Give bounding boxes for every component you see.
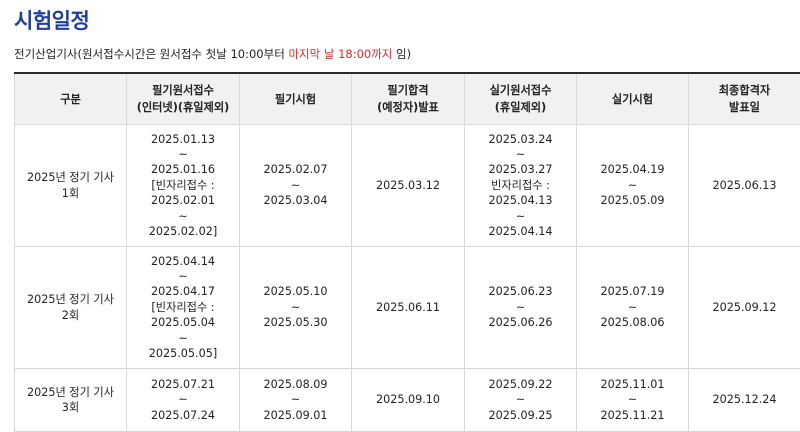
header-category: 구분 (15, 73, 127, 125)
cell-final-result: 2025.09.12 (689, 247, 800, 369)
header-practical-apply: 실기원서접수 (휴일제외) (465, 73, 577, 125)
cell-practical-apply: 2025.03.24 ~ 2025.03.27 빈자리접수 : 2025.04.… (465, 125, 577, 247)
cell-written-apply: 2025.07.21 ~ 2025.07.24 (127, 369, 240, 432)
header-written-exam: 필기시험 (240, 73, 352, 125)
cell-written-exam: 2025.02.07 ~ 2025.03.04 (240, 125, 352, 247)
cell-written-exam: 2025.08.09 ~ 2025.09.01 (240, 369, 352, 432)
header-written-result: 필기합격 (예정자)발표 (352, 73, 465, 125)
cell-category: 2025년 정기 기사 3회 (15, 369, 127, 432)
cell-final-result: 2025.06.13 (689, 125, 800, 247)
table-row: 2025년 정기 기사 3회 2025.07.21 ~ 2025.07.24 2… (15, 369, 800, 432)
cell-written-result: 2025.03.12 (352, 125, 465, 247)
cell-final-result: 2025.12.24 (689, 369, 800, 432)
header-written-apply: 필기원서접수 (인터넷)(휴일제외) (127, 73, 240, 125)
table-header-row: 구분 필기원서접수 (인터넷)(휴일제외) 필기시험 필기합격 (예정자)발표 … (15, 73, 800, 125)
cell-written-result: 2025.06.11 (352, 247, 465, 369)
cell-practical-exam: 2025.11.01 ~ 2025.11.21 (577, 369, 689, 432)
cell-practical-apply: 2025.09.22 ~ 2025.09.25 (465, 369, 577, 432)
header-practical-exam: 실기시험 (577, 73, 689, 125)
cell-written-result: 2025.09.10 (352, 369, 465, 432)
cell-practical-apply: 2025.06.23 ~ 2025.06.26 (465, 247, 577, 369)
schedule-note: 전기산업기사(원서접수시간은 원서접수 첫날 10:00부터 마지막 날 18:… (14, 46, 411, 62)
note-highlight: 마지막 날 18:00까지 (288, 47, 392, 61)
cell-written-exam: 2025.05.10 ~ 2025.05.30 (240, 247, 352, 369)
exam-schedule-table: 구분 필기원서접수 (인터넷)(휴일제외) 필기시험 필기합격 (예정자)발표 … (14, 72, 800, 432)
table-row: 2025년 정기 기사 2회 2025.04.14 ~ 2025.04.17 [… (15, 247, 800, 369)
cell-written-apply: 2025.01.13 ~ 2025.01.16 [빈자리접수 : 2025.02… (127, 125, 240, 247)
header-final-result: 최종합격자 발표일 (689, 73, 800, 125)
cell-written-apply: 2025.04.14 ~ 2025.04.17 [빈자리접수 : 2025.05… (127, 247, 240, 369)
cell-category: 2025년 정기 기사 2회 (15, 247, 127, 369)
note-suffix: 임) (392, 47, 411, 61)
table-row: 2025년 정기 기사 1회 2025.01.13 ~ 2025.01.16 [… (15, 125, 800, 247)
cell-practical-exam: 2025.07.19 ~ 2025.08.06 (577, 247, 689, 369)
cell-category: 2025년 정기 기사 1회 (15, 125, 127, 247)
page-title: 시험일정 (14, 5, 89, 35)
note-prefix: 전기산업기사(원서접수시간은 원서접수 첫날 10:00부터 (14, 47, 288, 61)
cell-practical-exam: 2025.04.19 ~ 2025.05.09 (577, 125, 689, 247)
